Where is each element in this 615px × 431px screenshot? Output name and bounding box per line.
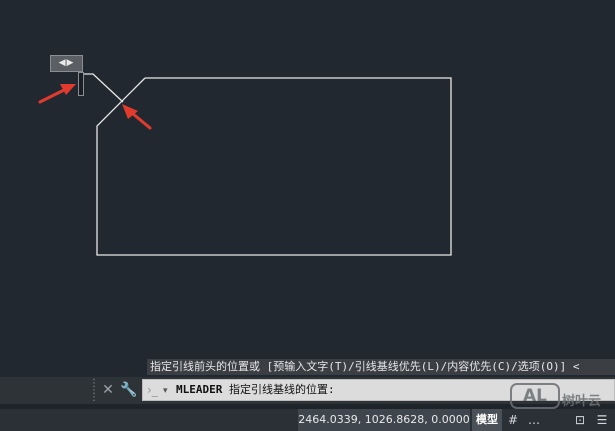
drawing-canvas[interactable]	[0, 0, 615, 358]
landing-grip-handle[interactable]	[78, 72, 84, 96]
command-prompt: 指定引线基线的位置:	[228, 383, 335, 396]
watermark-logo: AL	[510, 383, 560, 409]
leader-grip-icon[interactable]: ◀▶	[50, 55, 83, 72]
grid-icon[interactable]: #	[505, 411, 521, 429]
command-prompt-icon: ›_	[147, 383, 158, 397]
canvas-background	[0, 0, 615, 358]
customize-wrench-icon[interactable]: 🔧	[120, 381, 138, 399]
workspace-icon[interactable]: ⊡	[572, 411, 588, 429]
watermark-brand: 树叶云	[562, 394, 602, 409]
customization-icon[interactable]: ☰	[594, 411, 610, 429]
status-bar: 2464.0339, 1026.8628, 0.0000 模型 # … ⊡ ☰	[0, 409, 615, 431]
drag-handle-icon[interactable]: ⋮ ⋮ ⋮	[89, 379, 99, 403]
close-command-line-icon[interactable]: ✕	[99, 381, 117, 399]
more-options-icon[interactable]: …	[526, 411, 542, 429]
command-prompt-text: MLEADER 指定引线基线的位置:	[176, 380, 335, 400]
command-history-line: 指定引线前头的位置或 [预输入文字(T)/引线基线优先(L)/内容优先(C)/选…	[147, 359, 615, 375]
recent-commands-dropdown-icon[interactable]: ▾	[163, 383, 168, 399]
model-space-button[interactable]: 模型	[472, 409, 502, 431]
coordinates-readout[interactable]: 2464.0339, 1026.8628, 0.0000	[298, 409, 470, 431]
command-name: MLEADER	[176, 383, 223, 396]
